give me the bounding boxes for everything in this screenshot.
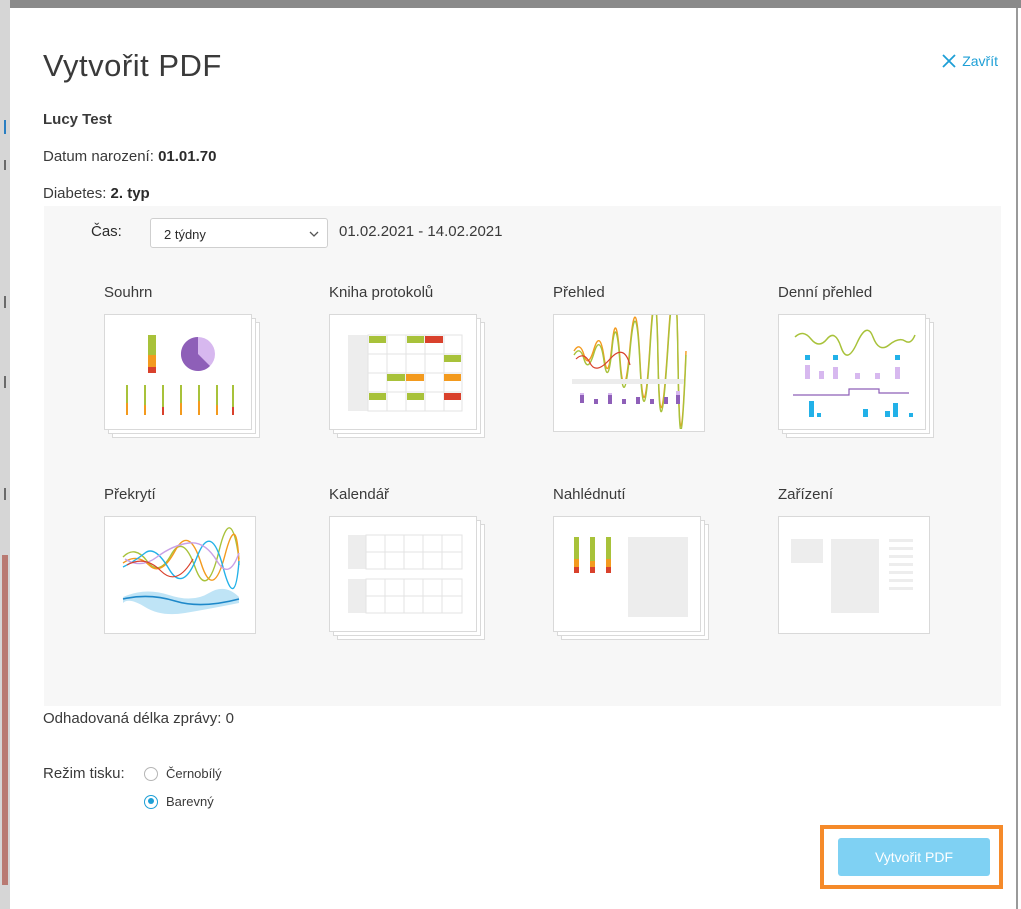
logbook-thumbnail[interactable] (329, 314, 487, 442)
print-mode-color-radio[interactable]: Barevný (144, 794, 214, 809)
diabetes-value: 2. typ (110, 185, 150, 202)
modal-title: Vytvořit PDF (43, 48, 222, 83)
overview-thumbnail[interactable] (553, 314, 711, 442)
create-pdf-modal: Vytvořit PDF Zavřít Lucy Test Datum naro… (10, 8, 1018, 909)
report-type-label: Přehled (553, 284, 605, 301)
report-type-label: Denní přehled (778, 284, 873, 301)
radio-unchecked-icon (144, 766, 158, 781)
background-mark (4, 296, 6, 308)
report-type-label: Souhrn (104, 284, 153, 301)
background-window-left (0, 0, 10, 909)
close-icon (942, 54, 956, 68)
report-type-label: Kniha protokolů (329, 284, 434, 301)
insight-thumbnail[interactable] (553, 516, 711, 644)
time-label: Čas: (91, 223, 122, 240)
create-pdf-button[interactable]: Vytvořit PDF (838, 838, 990, 876)
time-select-value: 2 týdny (164, 227, 206, 242)
report-options-panel: Čas: 2 týdny 01.02.2021 - 14.02.2021 Sou… (44, 206, 1001, 706)
chevron-down-icon (309, 231, 319, 237)
print-mode-label: Režim tisku: (43, 765, 125, 782)
time-select[interactable]: 2 týdny (150, 218, 328, 248)
estimate-label: Odhadovaná délka zprávy: (43, 710, 222, 727)
report-type-label: Kalendář (329, 486, 390, 503)
report-type-label: Nahlédnutí (553, 486, 626, 503)
patient-name: Lucy Test (43, 111, 112, 128)
estimated-length: Odhadovaná délka zprávy: 0 (43, 710, 234, 727)
background-mark (4, 120, 6, 134)
radio-label: Barevný (166, 794, 214, 809)
print-mode-bw-radio[interactable]: Černobílý (144, 766, 222, 781)
radio-checked-icon (144, 794, 158, 809)
patient-diabetes: Diabetes: 2. typ (43, 185, 150, 202)
report-type-label: Překrytí (104, 486, 156, 503)
background-mark (4, 488, 6, 500)
date-range: 01.02.2021 - 14.02.2021 (339, 223, 503, 240)
overlay-thumbnail[interactable] (104, 516, 262, 644)
dob-label: Datum narození: (43, 148, 154, 165)
summary-thumbnail[interactable] (104, 314, 262, 442)
calendar-thumbnail[interactable] (329, 516, 487, 644)
background-mark (2, 555, 8, 885)
background-mark (4, 160, 6, 170)
radio-label: Černobílý (166, 766, 222, 781)
report-type-label: Zařízení (778, 486, 834, 503)
daily-overview-thumbnail[interactable] (778, 314, 936, 442)
close-label: Zavřít (962, 53, 998, 69)
background-mark (4, 376, 6, 388)
device-thumbnail[interactable] (778, 516, 936, 644)
background-window-top (0, 0, 1021, 8)
close-button[interactable]: Zavřít (941, 53, 998, 69)
estimate-value: 0 (225, 710, 234, 727)
diabetes-label: Diabetes: (43, 185, 107, 202)
patient-dob: Datum narození: 01.01.70 (43, 148, 216, 165)
dob-value: 01.01.70 (158, 148, 217, 165)
